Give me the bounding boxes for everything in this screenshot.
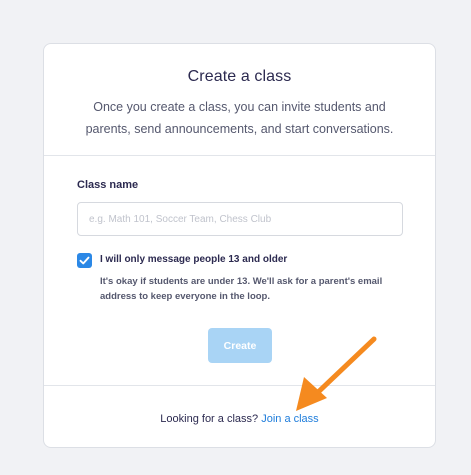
class-name-input[interactable] (77, 202, 403, 236)
age-checkbox[interactable] (77, 253, 92, 268)
card-header: Create a class Once you create a class, … (44, 44, 435, 156)
create-button[interactable]: Create (208, 328, 272, 363)
age-checkbox-help: It's okay if students are under 13. We'l… (100, 276, 383, 302)
page-subtitle: Once you create a class, you can invite … (85, 100, 394, 136)
class-name-label: Class name (77, 179, 139, 191)
footer-text: Looking for a class? Join a class (44, 413, 435, 425)
card-footer: Looking for a class? Join a class (44, 385, 435, 447)
page: Create a class Once you create a class, … (0, 0, 471, 475)
checkmark-icon (79, 256, 90, 265)
footer-prompt: Looking for a class? (160, 413, 259, 425)
age-checkbox-label[interactable]: I will only message people 13 and older (100, 254, 287, 265)
join-class-link[interactable]: Join a class (261, 413, 318, 425)
page-title: Create a class (187, 68, 292, 85)
create-class-card: Create a class Once you create a class, … (43, 43, 436, 448)
